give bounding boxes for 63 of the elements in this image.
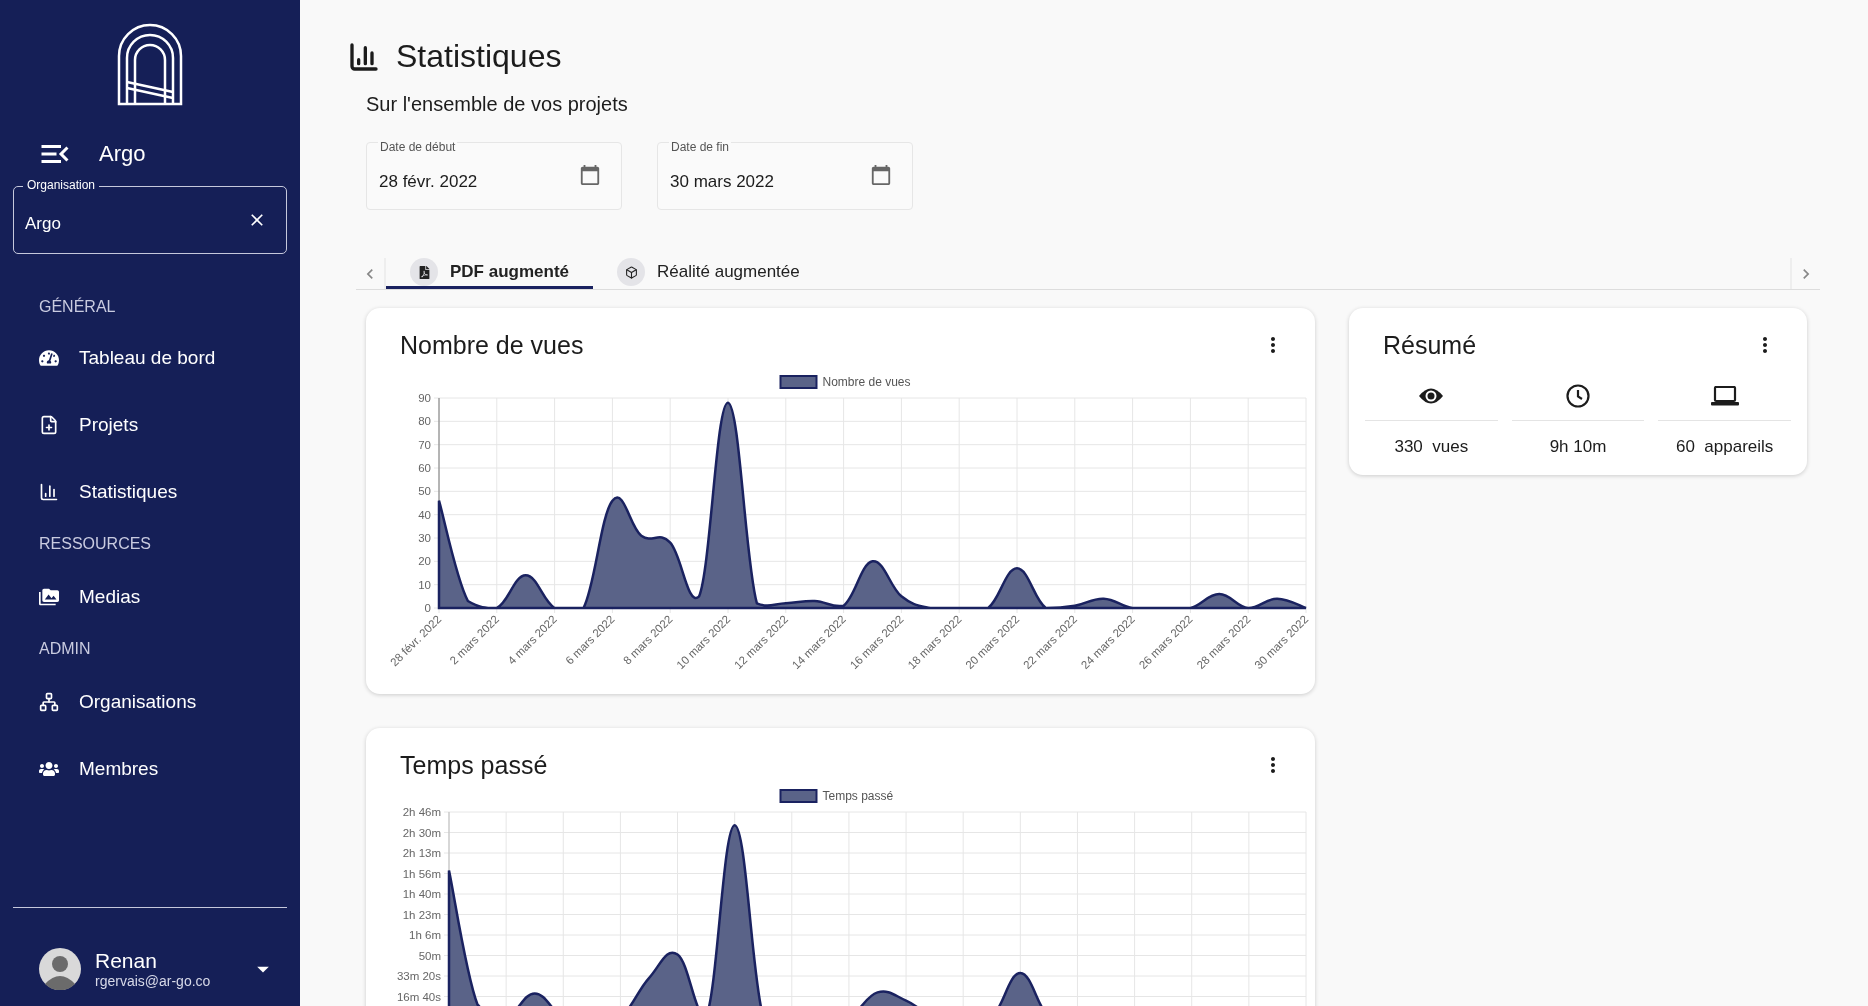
section-title: RESSOURCES bbox=[38, 535, 153, 553]
images-icon bbox=[39, 586, 59, 607]
laptop-icon bbox=[1710, 386, 1739, 406]
cube-icon bbox=[617, 258, 646, 286]
stat-value: 9h 10m bbox=[1549, 437, 1607, 457]
brand-name: Argo bbox=[99, 141, 146, 167]
sidebar-item[interactable]: Statistiques bbox=[13, 458, 287, 525]
bar-chart-icon bbox=[39, 481, 59, 502]
stat-value: 60 appareils bbox=[1676, 437, 1774, 457]
user-name: Renan bbox=[95, 949, 158, 973]
bar-chart-icon bbox=[348, 40, 380, 73]
y-tick-label: 2h 30m bbox=[402, 826, 441, 839]
organisation-field[interactable]: Organisation Argo bbox=[13, 178, 287, 254]
y-tick-label: 1h 40m bbox=[402, 888, 441, 900]
stat-value: 330 vues bbox=[1394, 437, 1469, 457]
calendar-icon[interactable] bbox=[870, 164, 892, 186]
sidebar-item[interactable]: Medias bbox=[13, 563, 287, 630]
hierarchy-icon bbox=[39, 691, 59, 712]
page-title: Statistiques bbox=[396, 38, 562, 75]
date-field[interactable]: Date de début 28 févr. 2022 bbox=[366, 142, 622, 210]
y-tick-label: 2h 46m bbox=[402, 806, 441, 818]
y-tick-label: 0 bbox=[424, 602, 431, 614]
page-subtitle: Sur l'ensemble de vos projets bbox=[366, 93, 629, 116]
card-title: Résumé bbox=[1383, 330, 1477, 360]
y-tick-label: 2h 13m bbox=[402, 847, 441, 859]
y-tick-label: 40 bbox=[418, 508, 431, 521]
legend-label: Nombre de vues bbox=[822, 375, 911, 389]
card-title: Temps passé bbox=[400, 750, 548, 780]
y-tick-label: 1h 6m bbox=[409, 929, 441, 941]
sidebar-item[interactable]: Organisations bbox=[13, 668, 287, 735]
chart-legend: Temps passé bbox=[779, 789, 894, 803]
card-title: Nombre de vues bbox=[400, 330, 584, 360]
y-tick-label: 1h 23m bbox=[402, 908, 441, 921]
eye-icon bbox=[1418, 387, 1445, 405]
section-title: GÉNÉRAL bbox=[38, 298, 117, 316]
y-tick-label: 30 bbox=[418, 532, 431, 544]
tab[interactable]: Réalité augmentée bbox=[593, 258, 824, 289]
sidebar-item[interactable]: Membres bbox=[13, 735, 287, 802]
y-tick-label: 20 bbox=[418, 555, 431, 568]
date-field[interactable]: Date de fin 30 mars 2022 bbox=[657, 142, 913, 210]
field-label: Organisation bbox=[23, 178, 100, 193]
calendar-icon[interactable] bbox=[579, 164, 601, 186]
y-tick-label: 16m 40s bbox=[396, 990, 441, 1003]
sidebar-item[interactable]: Tableau de bord bbox=[13, 324, 287, 391]
y-tick-label: 60 bbox=[418, 462, 431, 474]
chart-legend: Nombre de vues bbox=[779, 375, 911, 389]
avatar bbox=[39, 948, 81, 990]
section-title: ADMIN bbox=[38, 640, 92, 658]
file-plus-icon bbox=[39, 414, 59, 435]
y-tick-label: 33m 20s bbox=[396, 970, 441, 982]
clock-icon bbox=[1566, 384, 1590, 408]
tab[interactable]: PDF augmenté bbox=[386, 258, 594, 289]
y-tick-label: 50m bbox=[418, 949, 441, 962]
pdf-file-icon bbox=[410, 258, 438, 286]
y-tick-label: 1h 56m bbox=[402, 867, 441, 880]
y-tick-label: 50 bbox=[418, 485, 431, 498]
user-email: rgervais@ar-go.co bbox=[95, 973, 212, 989]
y-tick-label: 80 bbox=[418, 415, 431, 428]
y-tick-label: 10 bbox=[418, 578, 431, 591]
sidebar-item[interactable]: Projets bbox=[13, 391, 287, 458]
y-tick-label: 90 bbox=[418, 392, 431, 404]
y-tick-label: 70 bbox=[418, 438, 431, 451]
gauge-icon bbox=[39, 347, 59, 368]
